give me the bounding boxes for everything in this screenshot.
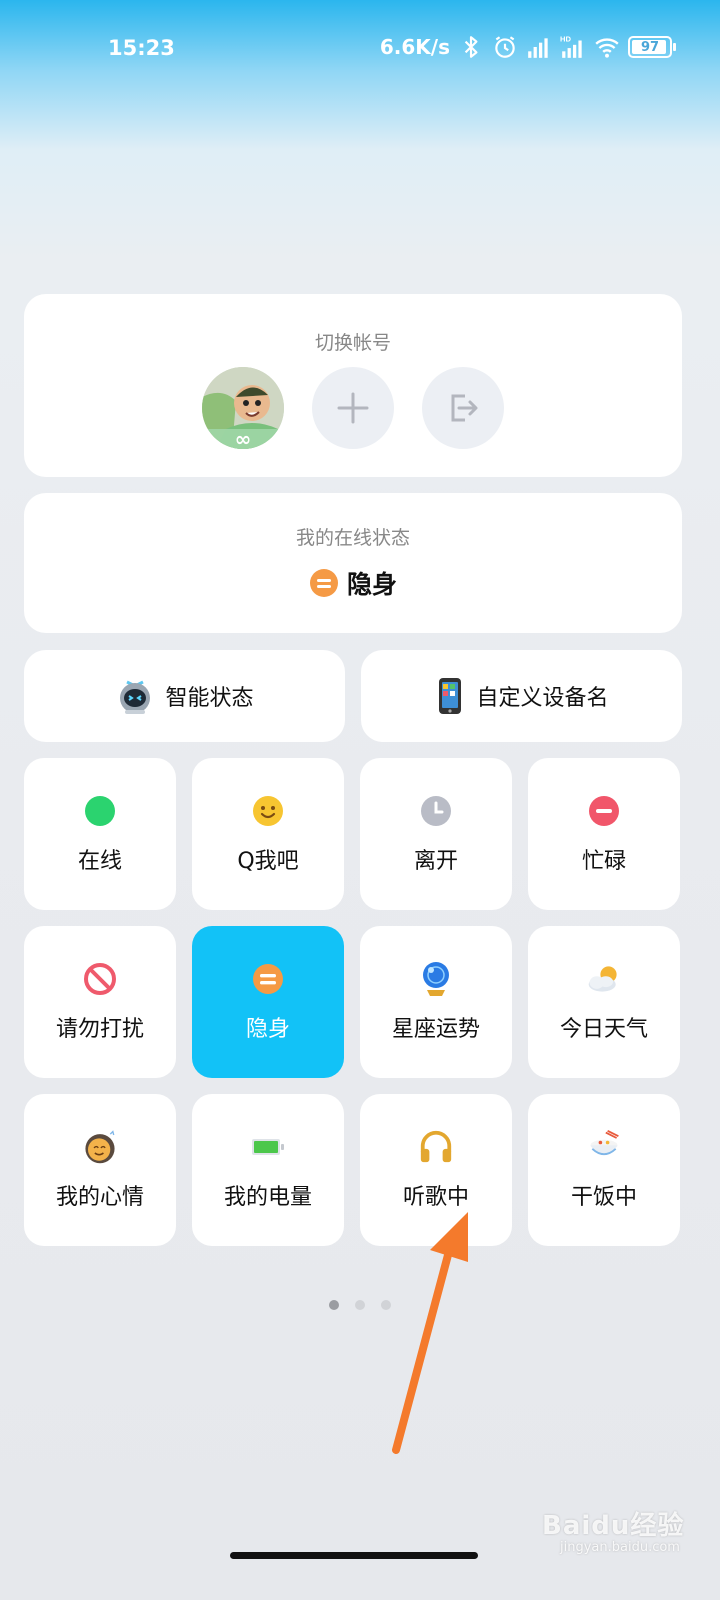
battery-icon: 97 (628, 36, 676, 58)
tile-label: 在线 (77, 849, 122, 874)
status-tile-busy[interactable]: 忙碌 (528, 758, 680, 910)
current-status-label: 隐身 (346, 570, 397, 599)
status-tile-listening-music[interactable]: 听歌中 (360, 1094, 512, 1246)
clock-icon (421, 796, 451, 826)
status-tile-q-me[interactable]: Q我吧 (192, 758, 344, 910)
add-account-button[interactable] (312, 367, 394, 449)
tile-label: 我的心情 (55, 1185, 144, 1210)
rice-bowl-icon (590, 1129, 619, 1156)
headphones-icon (420, 1130, 452, 1163)
status-icons: 6.6K/s HD 97 (379, 34, 676, 60)
phone-icon (439, 678, 462, 714)
tile-label: 离开 (413, 849, 458, 874)
status-tile-battery[interactable]: 我的电量 (192, 1094, 344, 1246)
status-time: 15:23 (108, 36, 175, 60)
baidu-watermark-url: jingyan.baidu.com (560, 1540, 680, 1555)
avatar[interactable]: ∞ (202, 367, 284, 449)
custom-device-name-button[interactable]: 自定义设备名 (361, 650, 682, 742)
smile-face-icon (253, 796, 283, 826)
online-status-card: 我的在线状态 隐身 (24, 493, 682, 633)
page-dot[interactable] (381, 1300, 391, 1310)
tile-label: 忙碌 (581, 849, 626, 874)
status-tile-horoscope[interactable]: 星座运势 (360, 926, 512, 1078)
avatar-image: ∞ (202, 367, 284, 449)
status-tile-online[interactable]: 在线 (24, 758, 176, 910)
status-tile-invisible[interactable]: 隐身 (192, 926, 344, 1078)
invisible-icon (309, 569, 338, 597)
online-dot-icon (85, 796, 115, 826)
crystal-ball-icon (423, 962, 449, 996)
switch-account-card: 切换帐号 ∞ (24, 294, 682, 477)
tile-label: 隐身 (245, 1017, 290, 1042)
tile-label: 今日天气 (559, 1017, 648, 1042)
tile-label: 我的电量 (223, 1185, 312, 1210)
page-indicator (0, 1300, 720, 1310)
tile-label: 星座运势 (391, 1017, 480, 1042)
network-speed: 6.6K/s (379, 35, 450, 59)
svg-text:∞: ∞ (235, 427, 252, 449)
robot-icon (120, 680, 151, 714)
tile-label: 听歌中 (402, 1185, 469, 1210)
busy-minus-icon (589, 796, 619, 826)
baidu-watermark: Baidu经验 (542, 1511, 685, 1541)
alarm-icon (495, 36, 515, 58)
page-dot[interactable] (355, 1300, 365, 1310)
weather-icon (588, 966, 617, 992)
status-tile-away[interactable]: 离开 (360, 758, 512, 910)
hd-signal-icon: HD (560, 35, 582, 58)
tile-label: 请勿打扰 (55, 1017, 144, 1042)
no-disturb-icon (84, 963, 116, 995)
tile-label: 干饭中 (570, 1185, 637, 1210)
page-dot-active[interactable] (329, 1300, 339, 1310)
status-tile-do-not-disturb[interactable]: 请勿打扰 (24, 926, 176, 1078)
invisible-icon (253, 964, 283, 994)
custom-device-name-label: 自定义设备名 (476, 686, 609, 711)
status-tile-eating[interactable]: 干饭中 (528, 1094, 680, 1246)
svg-text:HD: HD (560, 35, 571, 44)
bluetooth-icon (464, 36, 478, 58)
logout-icon (451, 394, 478, 422)
current-status[interactable]: 隐身 (24, 565, 682, 601)
home-indicator[interactable] (230, 1552, 478, 1559)
mood-icon (85, 1130, 115, 1164)
status-tile-mood[interactable]: 我的心情 (24, 1094, 176, 1246)
signal-icon (528, 38, 548, 58)
tile-label: Q我吧 (237, 849, 299, 874)
wifi-icon (595, 38, 619, 58)
switch-account-title: 切换帐号 (314, 332, 391, 354)
status-bar: 15:23 6.6K/s HD 97 (0, 0, 720, 100)
online-status-title: 我的在线状态 (295, 527, 410, 549)
smart-status-button[interactable]: 智能状态 (24, 650, 345, 742)
plus-icon (337, 392, 369, 424)
status-tile-weather[interactable]: 今日天气 (528, 926, 680, 1078)
smart-status-label: 智能状态 (165, 686, 254, 711)
logout-button[interactable] (422, 367, 504, 449)
battery-level-icon (252, 1139, 284, 1155)
